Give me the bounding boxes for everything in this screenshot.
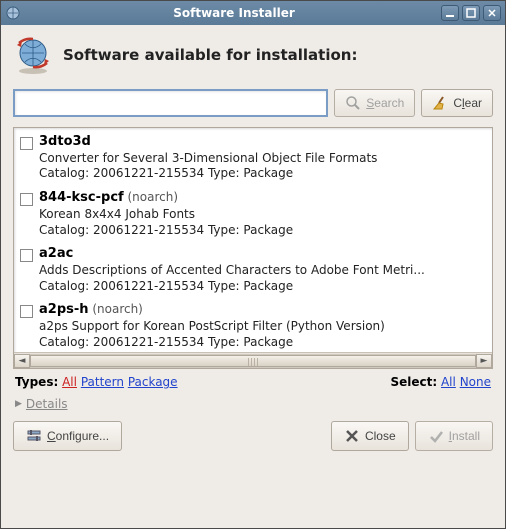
details-label: Details <box>26 397 68 411</box>
search-button-label: Search <box>366 96 404 110</box>
list-item[interactable]: a2ps-h (noarch) a2ps Support for Korean P… <box>18 300 490 352</box>
maximize-button[interactable] <box>462 5 480 21</box>
package-list[interactable]: 3dto3d Converter for Several 3-Dimensiona… <box>14 128 492 352</box>
scroll-right-button[interactable]: ► <box>476 354 492 368</box>
package-description: Korean 8x4x4 Johab Fonts <box>39 207 488 223</box>
search-button[interactable]: Search <box>334 89 415 117</box>
list-item[interactable]: 844-ksc-pcf (noarch) Korean 8x4x4 Johab F… <box>18 188 490 244</box>
package-description: Adds Descriptions of Accented Characters… <box>39 263 488 279</box>
search-row: Search Clear <box>13 89 493 117</box>
package-name: 844-ksc-pcf <box>39 190 124 205</box>
package-name: 3dto3d <box>39 134 91 149</box>
close-dialog-button[interactable]: Close <box>331 421 409 451</box>
close-button-label: Close <box>365 429 396 443</box>
package-catalog: Catalog: 20061221-215534 Type: Package <box>39 166 488 182</box>
types-filter: Types: All Pattern Package <box>15 375 178 389</box>
scroll-thumb[interactable] <box>30 355 476 367</box>
package-checkbox[interactable] <box>20 193 33 206</box>
package-name: a2ps-h <box>39 302 89 317</box>
package-checkbox[interactable] <box>20 137 33 150</box>
scroll-left-button[interactable]: ◄ <box>14 354 30 368</box>
types-label: Types: <box>15 375 58 389</box>
package-body: a2ps-h (noarch) a2ps Support for Korean P… <box>39 302 488 350</box>
list-item[interactable]: 3dto3d Converter for Several 3-Dimensiona… <box>18 132 490 188</box>
package-body: a2ac Adds Descriptions of Accented Charac… <box>39 246 488 294</box>
check-icon <box>428 428 444 444</box>
clear-button-label: Clear <box>453 96 482 110</box>
clear-button[interactable]: Clear <box>421 89 493 117</box>
types-all-link[interactable]: All <box>62 375 77 389</box>
select-none-link[interactable]: None <box>460 375 491 389</box>
list-item[interactable]: a2ac Adds Descriptions of Accented Charac… <box>18 244 490 300</box>
content-area: Software available for installation: Sea… <box>1 25 505 528</box>
globe-install-icon <box>13 35 53 75</box>
select-filter: Select: All None <box>390 375 491 389</box>
package-body: 3dto3d Converter for Several 3-Dimensiona… <box>39 134 488 182</box>
package-catalog: Catalog: 20061221-215534 Type: Package <box>39 279 488 295</box>
broom-icon <box>432 95 448 111</box>
close-icon <box>344 428 360 444</box>
header-text: Software available for installation: <box>63 46 357 64</box>
scroll-track[interactable] <box>30 354 476 368</box>
search-icon <box>345 95 361 111</box>
bottom-button-row: Configure... Close Install <box>13 421 493 451</box>
titlebar: Software Installer <box>1 1 505 25</box>
package-description: Converter for Several 3-Dimensional Obje… <box>39 151 488 167</box>
package-checkbox[interactable] <box>20 249 33 262</box>
configure-button[interactable]: Configure... <box>13 421 122 451</box>
package-arch: (noarch) <box>124 190 178 204</box>
install-button[interactable]: Install <box>415 421 493 451</box>
package-catalog: Catalog: 20061221-215534 Type: Package <box>39 335 488 351</box>
configure-icon <box>26 428 42 444</box>
package-checkbox[interactable] <box>20 305 33 318</box>
package-name: a2ac <box>39 246 73 261</box>
package-catalog: Catalog: 20061221-215534 Type: Package <box>39 223 488 239</box>
package-body: 844-ksc-pcf (noarch) Korean 8x4x4 Johab F… <box>39 190 488 238</box>
package-description: a2ps Support for Korean PostScript Filte… <box>39 319 488 335</box>
search-input[interactable] <box>13 89 328 117</box>
package-arch: (noarch) <box>89 302 143 316</box>
details-expander[interactable]: ▶ Details <box>13 391 493 421</box>
configure-button-label: Configure... <box>47 429 109 443</box>
triangle-right-icon: ▶ <box>15 399 22 409</box>
select-all-link[interactable]: All <box>441 375 456 389</box>
close-button[interactable] <box>483 5 501 21</box>
select-label: Select: <box>390 375 437 389</box>
filter-row: Types: All Pattern Package Select: All N… <box>13 369 493 391</box>
app-icon <box>5 5 21 21</box>
package-list-container: 3dto3d Converter for Several 3-Dimensiona… <box>13 127 493 369</box>
header: Software available for installation: <box>13 35 493 75</box>
types-package-link[interactable]: Package <box>128 375 178 389</box>
minimize-button[interactable] <box>441 5 459 21</box>
install-button-label: Install <box>449 429 480 443</box>
types-pattern-link[interactable]: Pattern <box>81 375 124 389</box>
window-title: Software Installer <box>27 6 441 20</box>
horizontal-scrollbar[interactable]: ◄ ► <box>14 352 492 368</box>
software-installer-window: Software Installer Software available fo… <box>0 0 506 529</box>
